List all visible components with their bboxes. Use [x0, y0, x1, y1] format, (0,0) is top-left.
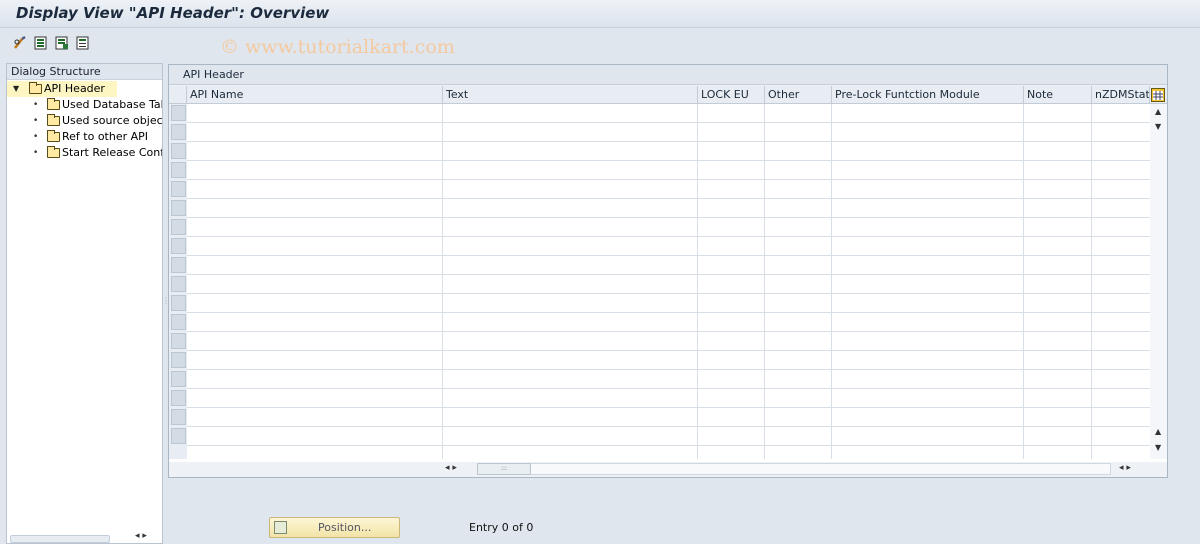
tree-node-used-source-objects[interactable]: • Used source objects [7, 113, 162, 129]
tree-node-ref-to-other-api[interactable]: • Ref to other API [7, 129, 162, 145]
position-button-label: Position... [318, 521, 372, 534]
glasses-change-icon[interactable] [12, 35, 28, 51]
table-row[interactable] [187, 142, 1150, 161]
row-select-button[interactable] [171, 200, 186, 216]
deselect-icon[interactable] [54, 35, 70, 51]
tree-node-label: Start Release Configu [62, 146, 162, 159]
table-row[interactable] [187, 313, 1150, 332]
row-select-button[interactable] [171, 238, 186, 254]
select-block-icon[interactable] [75, 35, 91, 51]
row-select-button[interactable] [171, 219, 186, 235]
table-row[interactable] [187, 294, 1150, 313]
row-select-button[interactable] [171, 257, 186, 273]
table-row[interactable] [187, 199, 1150, 218]
scroll-track[interactable] [477, 463, 1111, 475]
row-select-button[interactable] [171, 371, 186, 387]
column-header-api-name[interactable]: API Name [187, 86, 443, 104]
row-select-button[interactable] [171, 314, 186, 330]
table-row[interactable] [187, 351, 1150, 370]
row-select-button[interactable] [171, 143, 186, 159]
row-select-button[interactable] [171, 428, 186, 444]
folder-icon [47, 146, 60, 158]
watermark: © www.tutorialkart.com [220, 36, 455, 58]
scroll-left-right-icon[interactable]: ◂ ▸ [445, 463, 457, 473]
folder-icon [47, 114, 60, 126]
scroll-page-down-icon[interactable]: ▼ [1155, 443, 1161, 452]
folder-icon [47, 130, 60, 142]
column-header-lock-eu[interactable]: LOCK EU [698, 86, 765, 104]
application-toolbar: © www.tutorialkart.com [0, 29, 1200, 59]
open-folder-icon [29, 82, 42, 94]
row-select-button[interactable] [171, 181, 186, 197]
table-body [187, 104, 1150, 459]
column-header-pre-lock-function-module[interactable]: Pre-Lock Funtction Module [832, 86, 1024, 104]
table-row[interactable] [187, 123, 1150, 142]
entry-count: Entry 0 of 0 [469, 521, 534, 534]
table-row[interactable] [187, 104, 1150, 123]
row-select-button[interactable] [171, 390, 186, 406]
position-icon [274, 521, 287, 534]
page-title: Display View "API Header": Overview [16, 4, 330, 22]
scroll-up-icon[interactable]: ▲ [1155, 107, 1161, 116]
row-select-button[interactable] [171, 295, 186, 311]
scroll-arrows-icon[interactable]: ◂ ▸ [135, 531, 147, 541]
tree-node-api-header[interactable]: ▼ API Header [7, 81, 117, 97]
horizontal-scrollbar[interactable]: ◂ ▸ ::: ◂ ▸ [443, 461, 1141, 477]
column-header-text[interactable]: Text [443, 86, 698, 104]
dialog-structure-panel: Dialog Structure ▼ API Header • Used Dat… [6, 63, 163, 544]
tree-node-label: Used source objects [62, 114, 162, 127]
select-all-cell[interactable] [169, 86, 187, 104]
tree-node-used-database-table[interactable]: • Used Database Table [7, 97, 162, 113]
table-row[interactable] [187, 332, 1150, 351]
bullet-icon: • [33, 116, 39, 126]
splitter-handle[interactable]: ⋮ [162, 296, 170, 316]
table-row[interactable] [187, 408, 1150, 427]
vertical-scrollbar[interactable]: ▲ ▼ ▲ ▼ [1150, 104, 1167, 459]
folder-icon [47, 98, 60, 110]
row-select-button[interactable] [171, 105, 186, 121]
row-select-button[interactable] [171, 352, 186, 368]
scroll-left-right-icon[interactable]: ◂ ▸ [1119, 463, 1131, 473]
scroll-page-up-icon[interactable]: ▲ [1155, 427, 1161, 436]
select-all-icon[interactable] [33, 35, 49, 51]
row-select-button[interactable] [171, 276, 186, 292]
title-bar: Display View "API Header": Overview [0, 0, 1200, 28]
tree-node-start-release-config[interactable]: • Start Release Configu [7, 145, 162, 161]
table-row[interactable] [187, 275, 1150, 294]
table-header-row: API Name Text LOCK EU Other Pre-Lock Fun… [169, 86, 1167, 104]
scroll-thumb[interactable] [10, 535, 110, 543]
tree-node-label: Ref to other API [62, 130, 149, 143]
row-select-button[interactable] [171, 409, 186, 425]
table-row[interactable] [187, 218, 1150, 237]
row-select-button[interactable] [171, 124, 186, 140]
table-row[interactable] [187, 180, 1150, 199]
row-selector-column [169, 104, 187, 459]
dialog-structure-hscroll[interactable]: ◂ ▸ [7, 531, 162, 543]
table-row[interactable] [187, 256, 1150, 275]
tree-node-label: Used Database Table [62, 98, 162, 111]
column-header-other[interactable]: Other [765, 86, 832, 104]
table-row[interactable] [187, 237, 1150, 256]
column-header-note[interactable]: Note [1024, 86, 1092, 104]
table-row[interactable] [187, 370, 1150, 389]
dialog-structure-header: Dialog Structure [7, 64, 162, 80]
bullet-icon: • [33, 148, 39, 158]
bullet-icon: • [33, 132, 39, 142]
row-select-button[interactable] [171, 162, 186, 178]
table-grid: API Name Text LOCK EU Other Pre-Lock Fun… [169, 86, 1167, 475]
bullet-icon: • [33, 100, 39, 110]
table-row[interactable] [187, 389, 1150, 408]
scroll-thumb[interactable]: ::: [477, 463, 531, 475]
expand-triangle-icon[interactable]: ▼ [13, 81, 19, 97]
position-button[interactable]: Position... [269, 517, 400, 538]
table-row[interactable] [187, 427, 1150, 446]
table-title: API Header [169, 65, 1167, 85]
table-panel: API Header API Name Text LOCK EU Other P… [168, 64, 1168, 478]
row-select-button[interactable] [171, 333, 186, 349]
column-settings-icon[interactable] [1151, 88, 1165, 102]
table-row[interactable] [187, 161, 1150, 180]
column-header-nzdm-status[interactable]: nZDMStatu [1092, 86, 1150, 104]
tree-node-label: API Header [44, 82, 105, 95]
scroll-down-icon[interactable]: ▼ [1155, 122, 1161, 131]
